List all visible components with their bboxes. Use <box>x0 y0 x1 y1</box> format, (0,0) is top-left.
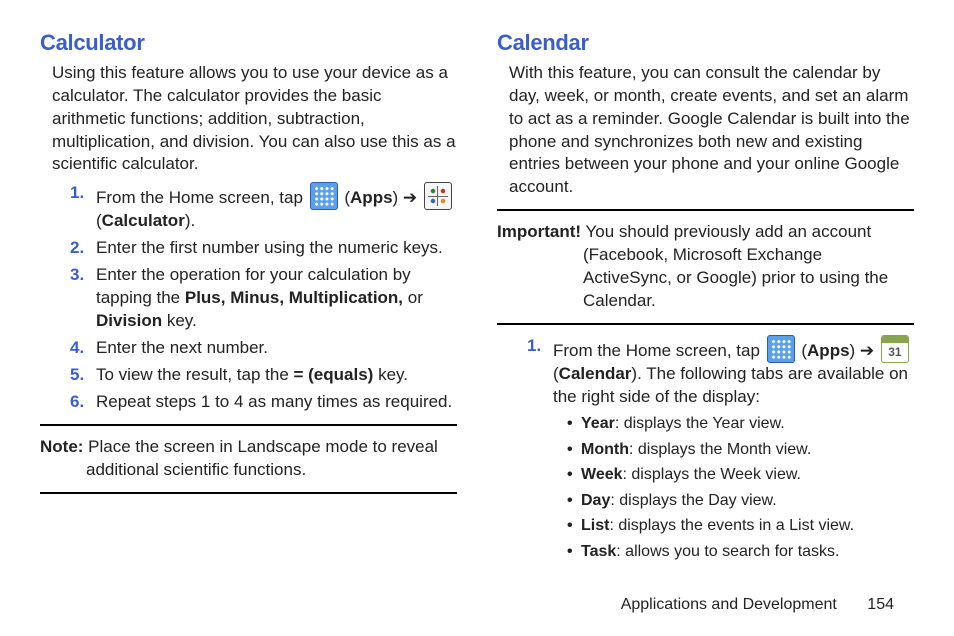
calendar-steps: 1. From the Home screen, tap (Apps) ➔ (C… <box>527 335 914 562</box>
calendar-label: Calendar <box>559 364 632 383</box>
bullet-bold: List <box>581 517 609 534</box>
left-column: Calculator Using this feature allows you… <box>40 28 457 569</box>
keys-bold: Plus, Minus, Multiplication, <box>185 288 403 307</box>
bullet-bold: Task <box>581 543 616 560</box>
divider <box>40 424 457 426</box>
text: key. <box>373 365 408 384</box>
step-text: From the Home screen, tap (Apps) ➔ (Cale… <box>553 341 911 406</box>
equals-bold: = (equals) <box>294 365 374 384</box>
calendar-icon <box>881 335 909 363</box>
page-footer: Applications and Development 154 <box>0 594 954 616</box>
apps-icon <box>310 182 338 210</box>
bullet-bold: Week <box>581 466 623 483</box>
bullet-bold: Year <box>581 415 615 432</box>
bullet-text: : displays the Month view. <box>629 441 811 458</box>
text: To view the result, tap the <box>96 365 294 384</box>
list-item: Year: displays the Year view. <box>567 413 914 435</box>
calculator-heading: Calculator <box>40 28 457 58</box>
step-text: Enter the first number using the numeric… <box>96 238 443 257</box>
apps-label: Apps <box>807 341 850 360</box>
step-3: 3. Enter the operation for your calculat… <box>70 264 457 333</box>
divider <box>497 323 914 325</box>
important-text: You should previously add an account (Fa… <box>581 222 888 310</box>
bullet-text: : displays the Year view. <box>615 415 785 432</box>
calendar-tabs-list: Year: displays the Year view. Month: dis… <box>567 413 914 563</box>
step-5: 5. To view the result, tap the = (equals… <box>70 364 457 387</box>
step-text: Enter the operation for your calculation… <box>96 265 423 330</box>
note-label: Note: <box>40 437 83 456</box>
bullet-bold: Day <box>581 492 610 509</box>
important-note: Important! You should previously add an … <box>497 221 914 313</box>
page-number: 154 <box>867 596 894 613</box>
divider <box>40 492 457 494</box>
bullet-text: : displays the Week view. <box>623 466 801 483</box>
text: or <box>403 288 423 307</box>
list-item: Week: displays the Week view. <box>567 464 914 486</box>
list-item: Day: displays the Day view. <box>567 490 914 512</box>
step-text: Repeat steps 1 to 4 as many times as req… <box>96 392 452 411</box>
step-6: 6. Repeat steps 1 to 4 as many times as … <box>70 391 457 414</box>
arrow: ➔ <box>398 188 422 207</box>
apps-icon <box>767 335 795 363</box>
calculator-steps: 1. From the Home screen, tap (Apps) ➔ (C… <box>70 182 457 414</box>
calculator-intro: Using this feature allows you to use you… <box>52 62 457 177</box>
calendar-intro: With this feature, you can consult the c… <box>509 62 914 200</box>
bullet-text: : displays the events in a List view. <box>609 517 854 534</box>
right-column: Calendar With this feature, you can cons… <box>497 28 914 569</box>
note-text: Place the screen in Landscape mode to re… <box>83 437 437 479</box>
divider <box>497 209 914 211</box>
step-1: 1. From the Home screen, tap (Apps) ➔ (C… <box>527 335 914 562</box>
apps-label: Apps <box>350 188 393 207</box>
calendar-heading: Calendar <box>497 28 914 58</box>
bullet-text: : allows you to search for tasks. <box>616 543 839 560</box>
division-bold: Division <box>96 311 162 330</box>
list-item: Month: displays the Month view. <box>567 439 914 461</box>
arrow: ➔ <box>855 341 879 360</box>
text: From the Home screen, tap <box>96 188 308 207</box>
step-text: Enter the next number. <box>96 338 268 357</box>
note: Note: Place the screen in Landscape mode… <box>40 436 457 482</box>
calculator-icon <box>424 182 452 210</box>
step-2: 2. Enter the first number using the nume… <box>70 237 457 260</box>
calculator-label: Calculator <box>102 211 185 230</box>
text: key. <box>162 311 197 330</box>
list-item: List: displays the events in a List view… <box>567 515 914 537</box>
step-text: To view the result, tap the = (equals) k… <box>96 365 408 384</box>
important-label: Important! <box>497 222 581 241</box>
step-1: 1. From the Home screen, tap (Apps) ➔ (C… <box>70 182 457 233</box>
bullet-bold: Month <box>581 441 629 458</box>
bullet-text: : displays the Day view. <box>610 492 776 509</box>
page-columns: Calculator Using this feature allows you… <box>0 0 954 569</box>
list-item: Task: allows you to search for tasks. <box>567 541 914 563</box>
step-4: 4. Enter the next number. <box>70 337 457 360</box>
text: From the Home screen, tap <box>553 341 765 360</box>
section-title: Applications and Development <box>621 596 837 613</box>
step-text: From the Home screen, tap (Apps) ➔ (Calc… <box>96 188 454 230</box>
